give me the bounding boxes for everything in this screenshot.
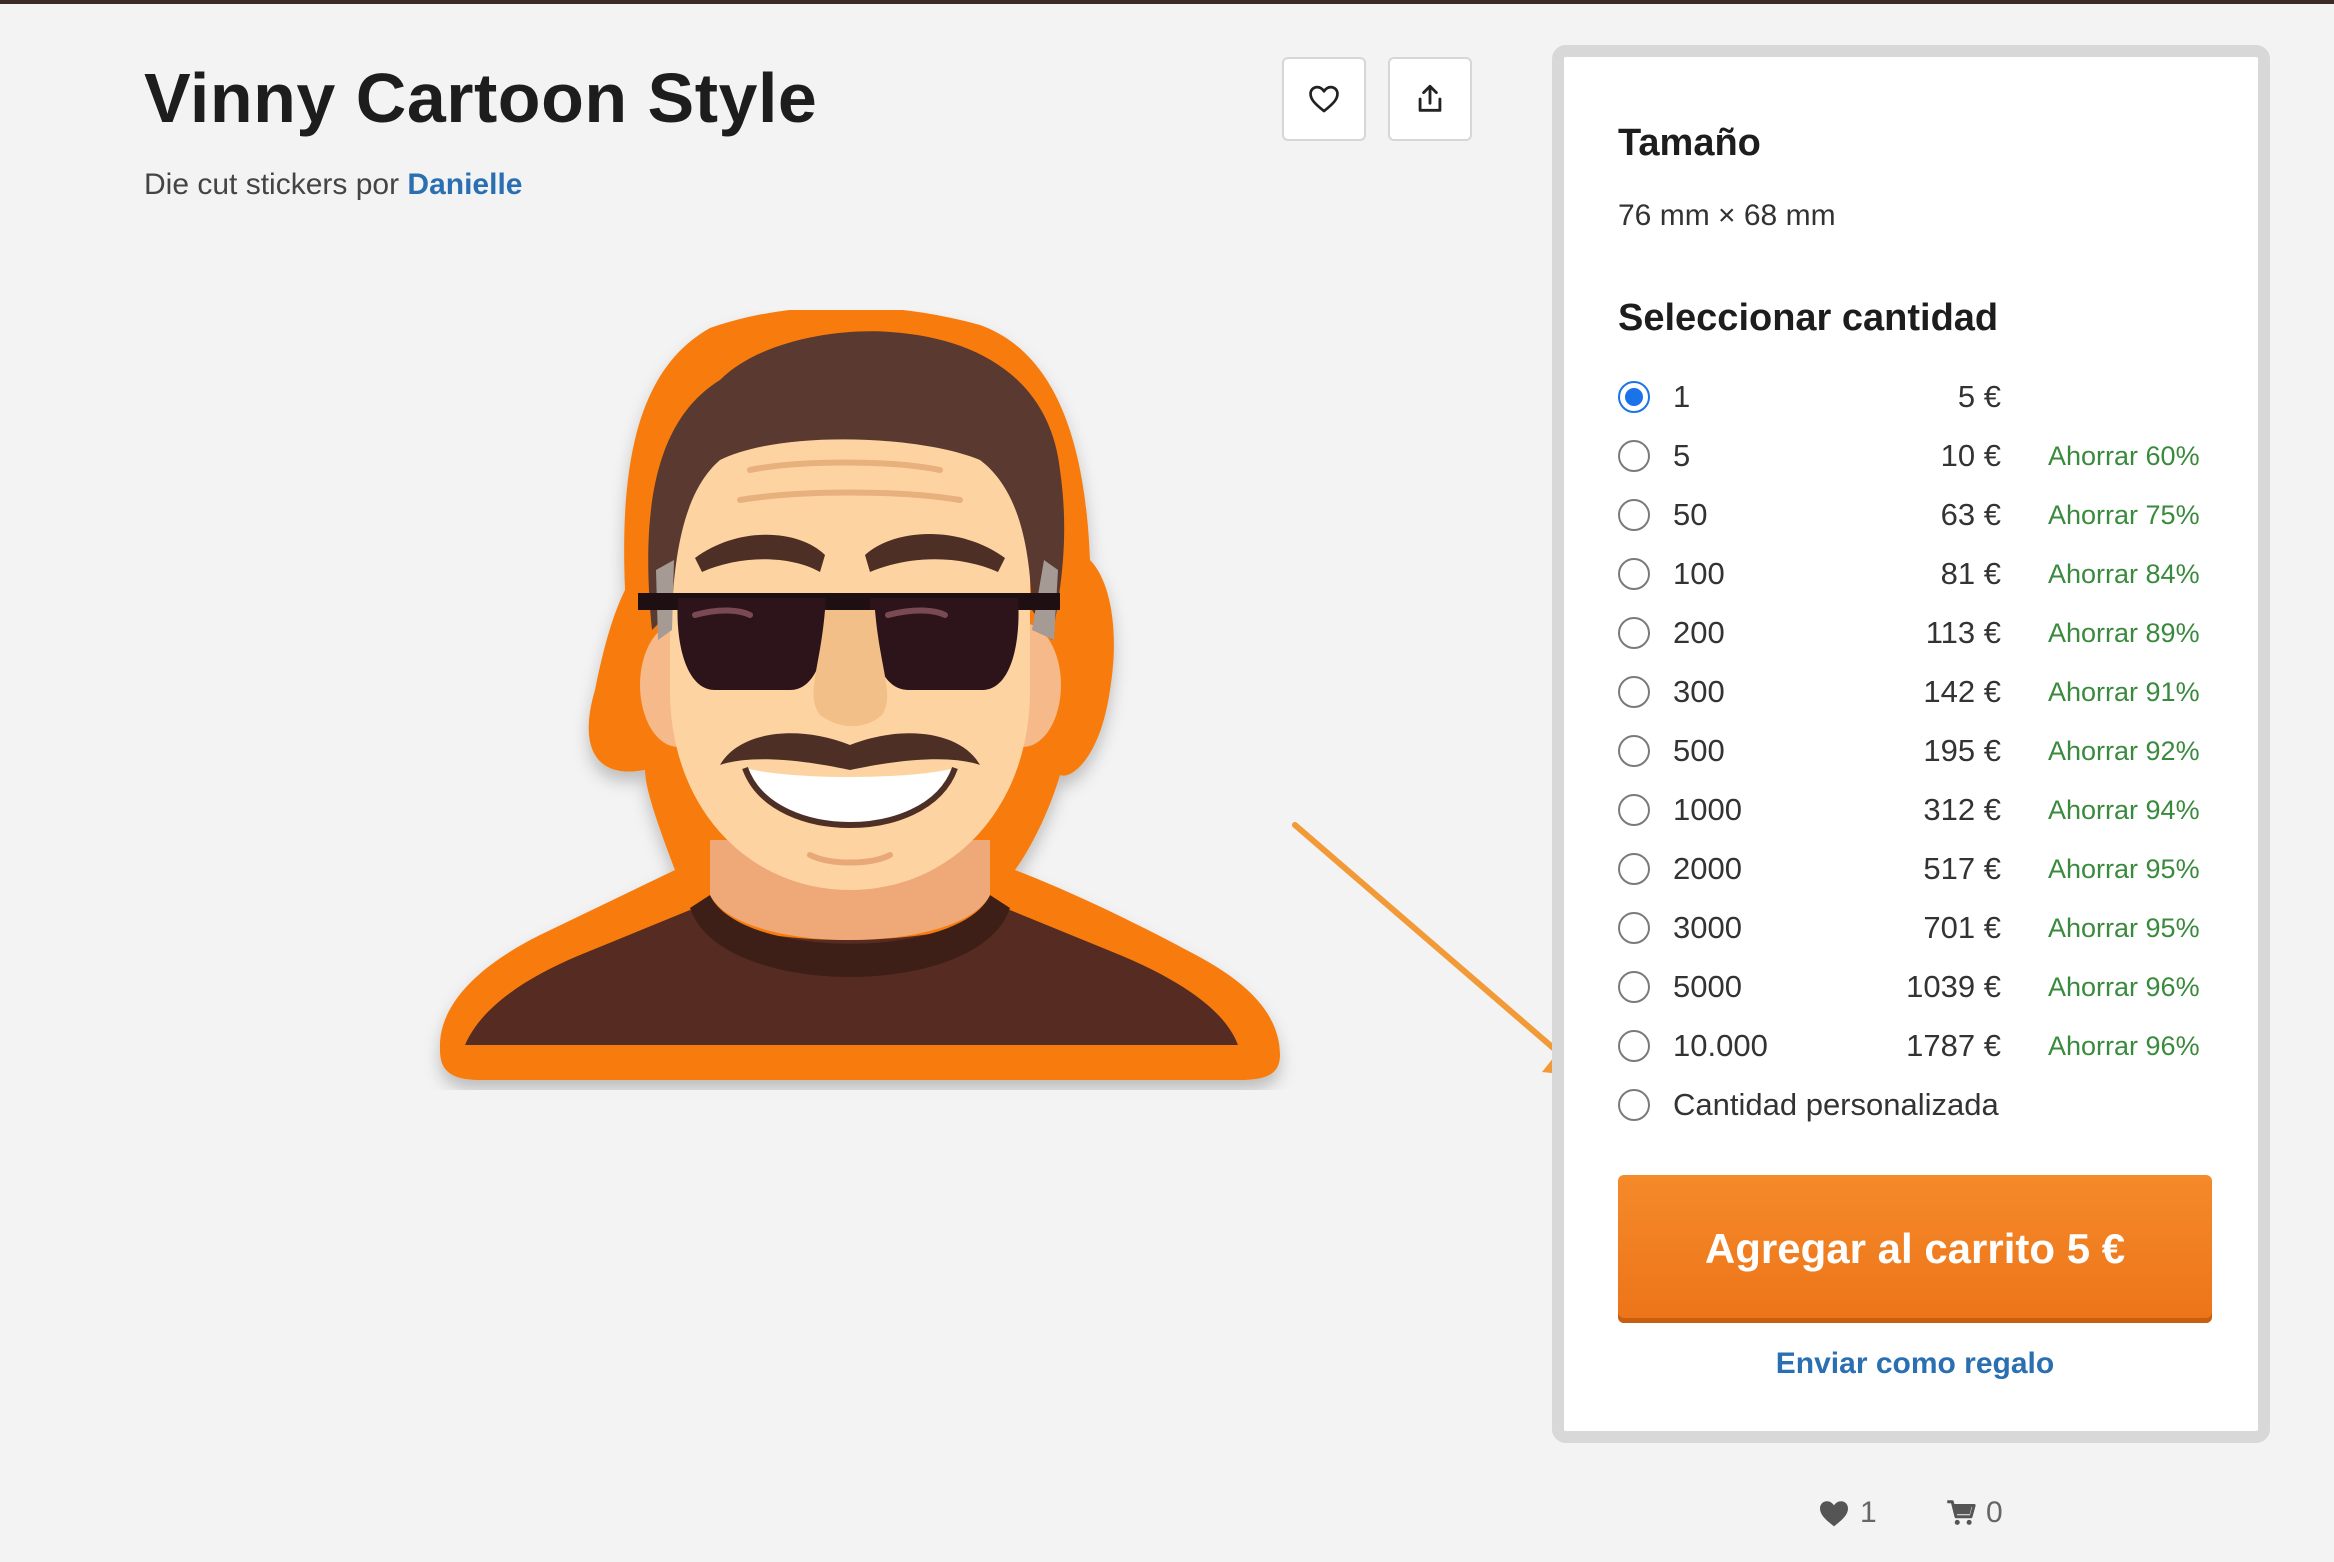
option-price: 1787 €: [1906, 1028, 2001, 1063]
quantity-option[interactable]: 300 142 € Ahorrar 91%: [1618, 662, 2218, 721]
quantity-option[interactable]: 2000 517 € Ahorrar 95%: [1618, 839, 2218, 898]
option-quantity: 3000: [1673, 910, 1742, 945]
quantity-option[interactable]: 10.000 1787 € Ahorrar 96%: [1618, 1016, 2218, 1075]
radio-button[interactable]: [1618, 735, 1650, 767]
option-price: 142 €: [1923, 674, 2001, 709]
quantity-option[interactable]: 500 195 € Ahorrar 92%: [1618, 721, 2218, 780]
option-savings: Ahorrar 95%: [2048, 854, 2200, 884]
radio-button[interactable]: [1618, 1030, 1650, 1062]
option-quantity: 10.000: [1673, 1028, 1768, 1063]
quantity-option[interactable]: 1 5 €: [1618, 367, 2218, 426]
option-quantity: 100: [1673, 556, 1725, 591]
option-quantity: 1: [1673, 379, 1691, 414]
option-price: 113 €: [1925, 615, 2001, 650]
option-price: 312 €: [1923, 792, 2001, 827]
option-savings: Ahorrar 96%: [2048, 972, 2200, 1002]
cart-count: 0: [1946, 1496, 2003, 1530]
quantity-option[interactable]: 100 81 € Ahorrar 84%: [1618, 544, 2218, 603]
likes-count: 1: [1818, 1496, 1877, 1530]
option-price: 195 €: [1923, 733, 2001, 768]
option-savings: Ahorrar 92%: [2048, 736, 2200, 766]
option-quantity: 500: [1673, 733, 1725, 768]
quantity-option[interactable]: 200 113 € Ahorrar 89%: [1618, 603, 2218, 662]
radio-button[interactable]: [1618, 853, 1650, 885]
option-price: 701 €: [1923, 910, 2001, 945]
option-quantity: 300: [1673, 674, 1725, 709]
radio-button[interactable]: [1618, 381, 1650, 413]
option-price: 1039 €: [1906, 969, 2001, 1004]
radio-button[interactable]: [1618, 794, 1650, 826]
option-quantity: 50: [1673, 497, 1708, 532]
radio-button[interactable]: [1618, 558, 1650, 590]
add-to-cart-button[interactable]: Agregar al carrito 5 €: [1618, 1175, 2212, 1323]
option-price: 10 €: [1940, 438, 2001, 473]
radio-button[interactable]: [1618, 971, 1650, 1003]
send-as-gift-link[interactable]: Enviar como regalo: [1618, 1347, 2212, 1381]
option-savings: Ahorrar 89%: [2048, 618, 2200, 648]
option-savings: Ahorrar 91%: [2048, 677, 2200, 707]
option-savings: Ahorrar 94%: [2048, 795, 2200, 825]
radio-button[interactable]: [1618, 617, 1650, 649]
quantity-options: 1 5 € 5 10 € Ahorrar 60% 50 63 € Ahorrar 75% 100…: [1618, 367, 2218, 1134]
quantity-option-custom[interactable]: Cantidad personalizada: [1618, 1075, 2218, 1134]
radio-button[interactable]: [1618, 499, 1650, 531]
purchase-panel: Tamaño 76 mm × 68 mm Seleccionar cantida…: [1552, 45, 2270, 1443]
quantity-heading: Seleccionar cantidad: [1618, 297, 1999, 339]
radio-button[interactable]: [1618, 676, 1650, 708]
option-savings: Ahorrar 95%: [2048, 913, 2200, 943]
cart-icon: [1947, 1500, 1976, 1525]
quantity-option[interactable]: 3000 701 € Ahorrar 95%: [1618, 898, 2218, 957]
size-value: 76 mm × 68 mm: [1618, 199, 1836, 232]
option-savings: Ahorrar 75%: [2048, 500, 2200, 530]
radio-button[interactable]: [1618, 912, 1650, 944]
option-price: 63 €: [1940, 497, 2001, 532]
option-quantity: 5: [1673, 438, 1691, 473]
radio-button[interactable]: [1618, 440, 1650, 472]
option-quantity: 200: [1673, 615, 1725, 650]
quantity-option[interactable]: 50 63 € Ahorrar 75%: [1618, 485, 2218, 544]
option-savings: Ahorrar 60%: [2048, 441, 2200, 471]
option-quantity: 5000: [1673, 969, 1742, 1004]
option-quantity: 1000: [1673, 792, 1742, 827]
option-savings: Ahorrar 96%: [2048, 1031, 2200, 1061]
cart-value: 0: [1986, 1496, 2003, 1529]
likes-value: 1: [1860, 1496, 1877, 1529]
custom-quantity-label: Cantidad personalizada: [1673, 1087, 1999, 1122]
quantity-option[interactable]: 1000 312 € Ahorrar 94%: [1618, 780, 2218, 839]
option-price: 5 €: [1957, 379, 2001, 414]
quantity-option[interactable]: 5 10 € Ahorrar 60%: [1618, 426, 2218, 485]
option-price: 517 €: [1923, 851, 2001, 886]
option-quantity: 2000: [1673, 851, 1742, 886]
option-savings: Ahorrar 84%: [2048, 559, 2200, 589]
option-price: 81 €: [1940, 556, 2001, 591]
heart-filled-icon: [1820, 1501, 1848, 1527]
size-heading: Tamaño: [1618, 122, 1761, 164]
quantity-option[interactable]: 5000 1039 € Ahorrar 96%: [1618, 957, 2218, 1016]
radio-button[interactable]: [1618, 1089, 1650, 1121]
